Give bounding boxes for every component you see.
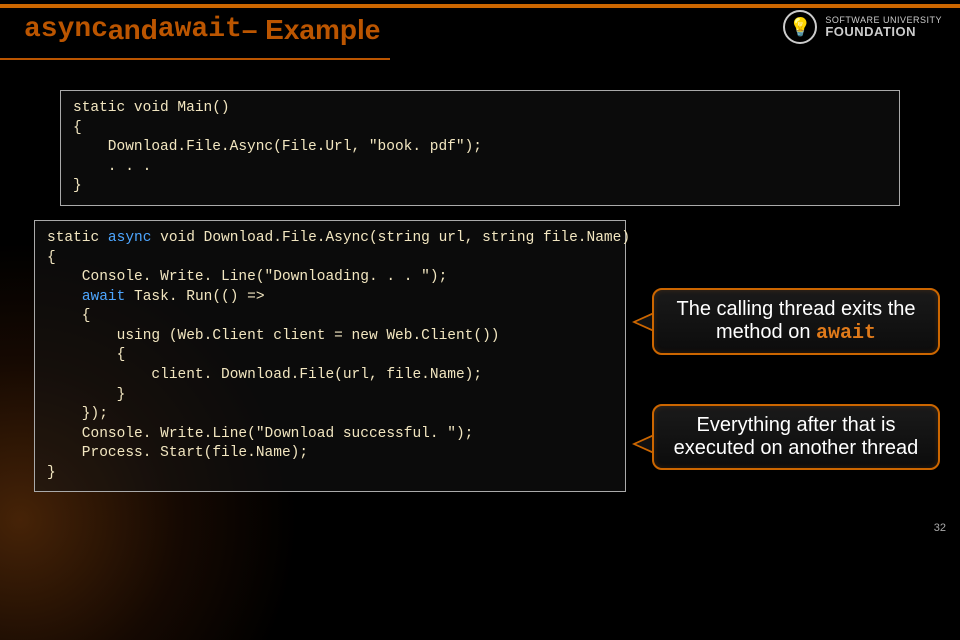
title-tail: – Example <box>242 14 381 46</box>
c2-l6: using (Web.Client client = new Web.Clien… <box>47 328 499 344</box>
callout1-text: The calling thread exits the method on <box>676 298 915 343</box>
c2-l9: } <box>47 387 125 403</box>
brand-line2: FOUNDATION <box>825 25 942 38</box>
c2-l1a: static <box>47 230 108 246</box>
page-number: 32 <box>934 522 946 534</box>
brand-text: SOFTWARE UNIVERSITY FOUNDATION <box>825 16 942 38</box>
c2-l4c: Task. Run(() => <box>125 289 264 305</box>
c2-l5: { <box>47 308 91 324</box>
code-block-download: static async void Download.File.Async(st… <box>34 220 626 492</box>
c2-await-kw: await <box>82 289 126 305</box>
title-kw-async: async <box>24 14 108 46</box>
c2-l8: client. Download.File(url, file.Name); <box>47 367 482 383</box>
slide-title: async and await – Example <box>24 14 380 46</box>
c2-l11: Console. Write.Line("Download successful… <box>47 426 473 442</box>
title-kw-await: await <box>158 14 242 46</box>
c2-l4a <box>47 289 82 305</box>
callout-other-thread: Everything after that is executed on ano… <box>652 404 940 470</box>
bulb-icon: 💡 <box>783 10 817 44</box>
c2-l2: { <box>47 250 56 266</box>
c2-async-kw: async <box>108 230 152 246</box>
title-underline <box>0 58 390 60</box>
c2-l3: Console. Write. Line("Downloading. . . "… <box>47 269 447 285</box>
c2-l1c: void Download.File.Async(string url, str… <box>151 230 630 246</box>
code-block-main: static void Main() { Download.File.Async… <box>60 90 900 206</box>
c2-l10: }); <box>47 406 108 422</box>
c2-l13: } <box>47 465 56 481</box>
c2-l7: { <box>47 347 125 363</box>
title-mid: and <box>108 14 158 46</box>
callout-await-exit: The calling thread exits the method on a… <box>652 288 940 355</box>
top-accent-bar <box>0 4 960 8</box>
callout1-kw: await <box>816 322 876 345</box>
c2-l12: Process. Start(file.Name); <box>47 445 308 461</box>
brand-logo: 💡 SOFTWARE UNIVERSITY FOUNDATION <box>783 10 942 44</box>
